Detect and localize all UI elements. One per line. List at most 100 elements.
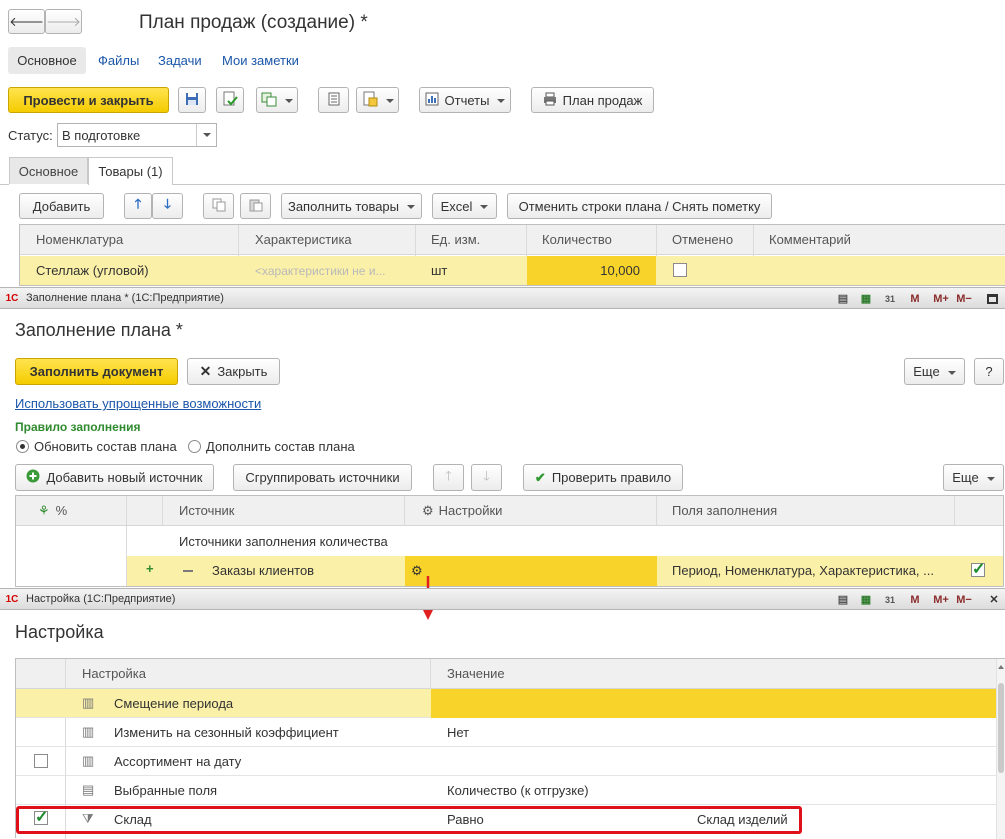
calendar-icon[interactable]: 31 (882, 291, 898, 306)
source-enabled-checkbox[interactable]: ✓ (971, 561, 985, 580)
tab-main[interactable]: Основное (9, 157, 88, 184)
col-percent[interactable]: ⚘% (30, 496, 67, 526)
col-nomenclature[interactable]: Номенклатура (28, 225, 238, 255)
source-name: Заказы клиентов (212, 563, 315, 578)
col-value[interactable]: Значение (439, 659, 505, 689)
row-cancelled-checkbox[interactable] (673, 263, 687, 280)
arrow-up-icon: 🡑 (134, 196, 142, 211)
memory-m-button[interactable]: M (907, 592, 923, 607)
fill-heading: Заполнение плана * (15, 320, 183, 340)
setting-param-icon: ▥ (82, 724, 95, 739)
status-select[interactable]: В подготовке (57, 123, 217, 147)
scroll-thumb[interactable] (998, 683, 1004, 773)
dropdown-button[interactable] (196, 124, 216, 146)
sources-header: ⚘% Источник ⚙ Настройки Поля заполнения (16, 496, 1003, 526)
print-icon[interactable]: ▤ (835, 291, 851, 306)
maximize-icon[interactable] (984, 291, 1000, 306)
col-characteristic[interactable]: Характеристика (247, 225, 417, 255)
settings-cell[interactable]: ⚙ (405, 556, 657, 586)
forward-button[interactable]: 🡒 (45, 9, 82, 34)
check-rule-button[interactable]: ✔ Проверить правило (523, 464, 683, 491)
arrow-right-icon: 🡒 (46, 13, 81, 29)
move-up-button[interactable]: 🡑 (124, 193, 152, 219)
add-source-button[interactable]: Добавить новый источник (15, 464, 214, 491)
setting-param-icon: ▥ (82, 753, 95, 768)
more-button[interactable]: Еще (904, 358, 965, 385)
move-down-source-button[interactable]: 🡓 (471, 464, 502, 491)
print-doc-button[interactable] (356, 87, 399, 113)
reports-button[interactable]: Отчеты (419, 87, 511, 113)
move-up-source-button[interactable]: 🡑 (433, 464, 464, 491)
setting-name: Ассортимент на дату (114, 754, 242, 769)
expand-plus-icon[interactable]: + (146, 561, 154, 576)
radio-update[interactable]: Обновить состав плана (16, 439, 177, 454)
memory-minus-button[interactable]: M− (954, 291, 974, 306)
simple-mode-link[interactable]: Использовать упрощенные возможности (15, 396, 261, 411)
col-fill-fields[interactable]: Поля заполнения (664, 496, 777, 526)
1c-logo-icon: 1С (5, 593, 19, 605)
nav-main[interactable]: Основное (8, 47, 86, 74)
col-unit[interactable]: Ед. изм. (423, 225, 523, 255)
floppy-icon (185, 92, 199, 109)
save-button[interactable] (178, 87, 206, 113)
col-source[interactable]: Источник (171, 496, 235, 526)
calculator-icon[interactable]: ▦ (858, 291, 874, 306)
memory-m-button[interactable]: M (907, 291, 923, 306)
add-button[interactable]: Добавить (19, 193, 104, 219)
memory-minus-button[interactable]: M− (954, 592, 974, 607)
setting-checkbox[interactable] (34, 754, 48, 771)
col-setting[interactable]: Настройка (74, 659, 146, 689)
scrollbar[interactable] (996, 659, 1005, 839)
post-button[interactable] (216, 87, 244, 113)
structure-button[interactable] (318, 87, 349, 113)
settings-row[interactable]: ▤ Выбранные поля Количество (к отгрузке) (16, 776, 996, 805)
goods-table: Номенклатура Характеристика Ед. изм. Кол… (19, 224, 1005, 286)
group-sources-button[interactable]: Сгруппировать источники (233, 464, 412, 491)
copy-button[interactable] (203, 193, 234, 219)
back-button[interactable]: 🡐 (8, 9, 45, 34)
nav-notes[interactable]: Мои заметки (222, 53, 299, 69)
fields-list-icon: ▤ (82, 782, 95, 797)
nav-tasks[interactable]: Задачи (158, 53, 202, 69)
close-icon[interactable]: ✕ (986, 592, 1002, 607)
close-button[interactable]: ✕ Закрыть (187, 358, 280, 385)
radio-append[interactable]: Дополнить состав плана (188, 439, 355, 454)
col-settings[interactable]: ⚙ Настройки (414, 496, 502, 526)
calendar-icon[interactable]: 31 (882, 592, 898, 607)
excel-button[interactable]: Excel (432, 193, 497, 219)
col-quantity[interactable]: Количество (534, 225, 654, 255)
tab-goods[interactable]: Товары (1) (88, 157, 173, 185)
col-comment[interactable]: Комментарий (761, 225, 961, 255)
memory-plus-button[interactable]: M+ (931, 592, 951, 607)
post-doc-icon (222, 91, 238, 110)
source-row[interactable]: + Заказы клиентов ⚙ Период, Номенклатура… (127, 556, 1003, 586)
post-close-button[interactable]: Провести и закрыть (8, 87, 169, 113)
calculator-icon[interactable]: ▦ (858, 592, 874, 607)
setting-param-icon: ▥ (82, 695, 95, 710)
table-row[interactable]: Стеллаж (угловой) <характеристики не и..… (20, 256, 1005, 285)
paste-button[interactable] (240, 193, 271, 219)
settings-row[interactable]: ▥ Ассортимент на дату (16, 747, 996, 776)
copy-icon (212, 198, 226, 215)
plan-print-button[interactable]: План продаж (531, 87, 654, 113)
col-cancelled[interactable]: Отменено (664, 225, 764, 255)
fill-document-button[interactable]: Заполнить документ (15, 358, 178, 385)
setting-value-cell[interactable] (431, 689, 996, 718)
move-down-button[interactable]: 🡓 (152, 193, 183, 219)
settings-row[interactable]: ▥ Изменить на сезонный коэффициент Нет (16, 718, 996, 747)
fill-rule-icon: ⚘ (38, 502, 50, 518)
create-based-button[interactable] (256, 87, 298, 113)
report-icon (425, 92, 439, 109)
memory-plus-button[interactable]: M+ (931, 291, 951, 306)
nav-files[interactable]: Файлы (98, 53, 139, 69)
fill-goods-button[interactable]: Заполнить товары (281, 193, 422, 219)
group-row[interactable]: Источники заполнения количества (171, 526, 388, 556)
help-button[interactable]: ? (974, 358, 1004, 385)
tab-line (173, 184, 1005, 185)
more-sources-button[interactable]: Еще (943, 464, 1004, 491)
scroll-up-icon (998, 665, 1004, 669)
settings-row[interactable]: ▥ Смещение периода (16, 689, 996, 718)
print-icon[interactable]: ▤ (835, 592, 851, 607)
cancel-rows-button[interactable]: Отменить строки плана / Снять пометку (507, 193, 772, 219)
close-icon: ✕ (199, 363, 212, 379)
